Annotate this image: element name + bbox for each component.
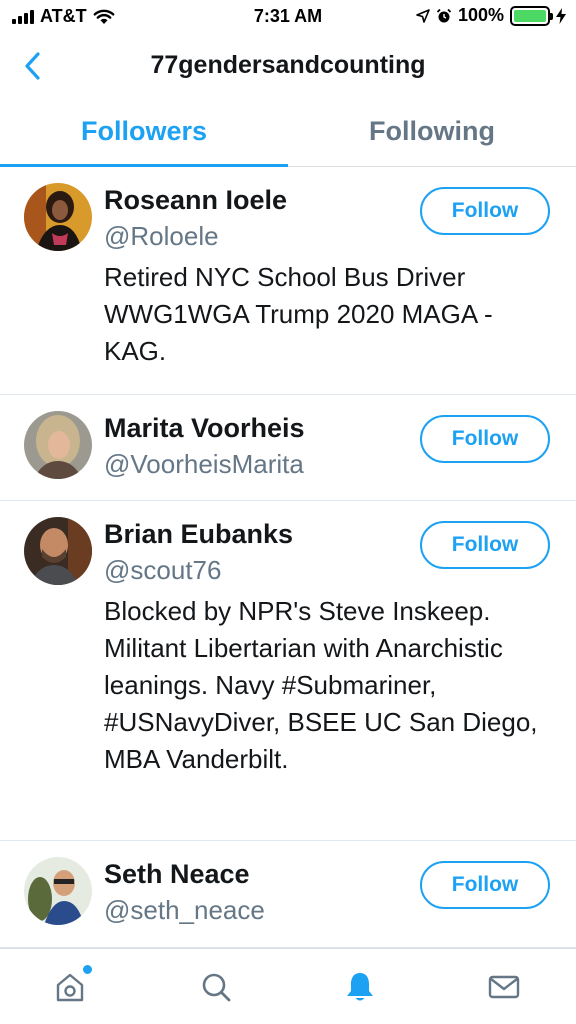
user-bio: Retired NYC School Bus Driver WWG1WGA Tr… xyxy=(104,262,493,366)
tab-messages[interactable] xyxy=(484,967,524,1007)
messages-icon xyxy=(488,975,520,999)
status-right: 100% xyxy=(416,5,566,26)
user-row-brian[interactable]: Brian Eubanks @scout76 Blocked by NPR's … xyxy=(0,501,576,841)
battery-icon xyxy=(510,5,553,26)
follow-button[interactable]: Follow xyxy=(420,521,550,569)
user-bio: Blocked by NPR's Steve Inskeep. Militant… xyxy=(104,596,538,774)
avatar[interactable] xyxy=(24,183,92,251)
alarm-icon xyxy=(436,8,452,22)
tab-home[interactable] xyxy=(50,965,92,1007)
battery-percent: 100% xyxy=(457,5,504,25)
tab-search[interactable] xyxy=(196,967,236,1007)
avatar[interactable] xyxy=(24,411,92,479)
follow-button[interactable]: Follow xyxy=(420,861,550,909)
location-icon xyxy=(416,8,430,23)
user-row-roseann[interactable]: Roseann Ioele @Roloele Retired NYC Schoo… xyxy=(0,167,576,395)
battery-fill xyxy=(514,9,546,22)
follow-button[interactable]: Follow xyxy=(420,187,550,235)
tab-notifications[interactable] xyxy=(340,967,380,1007)
tab-followers[interactable]: Followers xyxy=(0,98,288,167)
tab-following[interactable]: Following xyxy=(288,98,576,166)
page-title: 77gendersandcounting xyxy=(150,51,426,79)
status-bar: AT&T 7:31 AM 100% xyxy=(0,0,576,34)
avatar[interactable] xyxy=(24,517,92,585)
avatar[interactable] xyxy=(24,857,92,925)
user-row-marita[interactable]: Marita Voorheis @VoorheisMarita Follow xyxy=(0,395,576,501)
notification-dot xyxy=(83,965,92,974)
search-icon xyxy=(202,973,231,1002)
bottom-tab-bar xyxy=(0,948,576,1024)
notifications-icon xyxy=(347,973,373,1001)
home-icon xyxy=(56,973,84,1002)
followers-list: Roseann Ioele @Roloele Retired NYC Schoo… xyxy=(0,167,576,948)
follow-button[interactable]: Follow xyxy=(420,415,550,463)
tab-bar-top: Followers Following xyxy=(0,98,576,167)
nav-header: 77gendersandcounting xyxy=(0,34,576,98)
charging-icon xyxy=(556,7,566,24)
user-row-seth[interactable]: Seth Neace @seth_neace Follow xyxy=(0,841,576,948)
